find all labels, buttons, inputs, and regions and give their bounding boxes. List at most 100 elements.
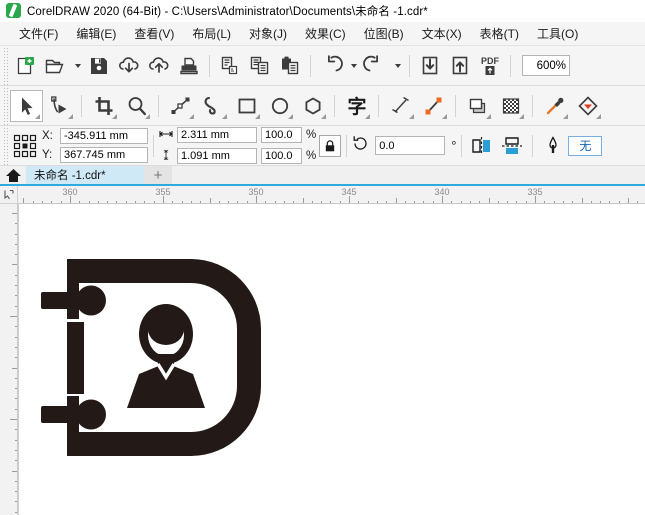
- menu-tools[interactable]: 工具(O): [528, 23, 587, 44]
- object-width-input[interactable]: 2.311 mm: [177, 127, 257, 143]
- save-document-button[interactable]: [84, 51, 114, 81]
- menu-text[interactable]: 文本(X): [413, 23, 471, 44]
- import-file-button[interactable]: [415, 51, 445, 81]
- property-separator: [153, 134, 154, 157]
- zoom-tool-flyout-arrow[interactable]: [145, 113, 150, 119]
- print-button[interactable]: [174, 51, 204, 81]
- scale-vertical-input[interactable]: 100.0: [261, 148, 302, 164]
- x-position-input[interactable]: -345.911 mm: [60, 128, 148, 144]
- import-button[interactable]: [114, 51, 144, 81]
- crop-tool[interactable]: [87, 90, 120, 122]
- ruler-tick-major: [535, 196, 536, 203]
- add-document-tab-button[interactable]: +: [144, 166, 172, 184]
- export-button[interactable]: [144, 51, 174, 81]
- redo-dropdown[interactable]: [390, 51, 404, 81]
- menu-bitmap[interactable]: 位图(B): [355, 23, 413, 44]
- crop-tool-flyout-arrow[interactable]: [112, 113, 117, 119]
- transparency-tool[interactable]: [494, 90, 527, 122]
- lock-ratio-button[interactable]: [319, 134, 342, 157]
- pick-tool-flyout-arrow[interactable]: [35, 113, 40, 119]
- parallel-dimension-tool-flyout-arrow[interactable]: [409, 113, 414, 119]
- shape-tool[interactable]: [43, 90, 76, 122]
- ellipse-tool[interactable]: [263, 90, 296, 122]
- zoom-tool[interactable]: [120, 90, 153, 122]
- toolbar-separator: [209, 54, 210, 77]
- open-document-dropdown[interactable]: [70, 51, 84, 81]
- pick-tool[interactable]: [10, 89, 43, 122]
- publish-pdf-button[interactable]: PDF: [475, 51, 505, 81]
- ruler-tick-minor: [200, 201, 201, 203]
- object-height-input[interactable]: 1.091 mm: [177, 148, 257, 164]
- object-position-group: X: -345.911 mm Y: 367.745 mm: [42, 128, 148, 163]
- zoom-level-input[interactable]: 600%: [522, 55, 570, 76]
- mirror-horizontally-button[interactable]: [467, 131, 497, 161]
- outline-pen-icon[interactable]: [538, 131, 568, 161]
- vertical-ruler[interactable]: 370 365: [0, 204, 18, 515]
- doc-tab-untitled-1[interactable]: 未命名 -1.cdr*: [26, 166, 144, 184]
- horizontal-ruler[interactable]: 360 355 350 345 340 335: [18, 186, 645, 204]
- parallel-dimension-tool[interactable]: [384, 90, 417, 122]
- ruler-tick-minor: [12, 213, 17, 214]
- ruler-tick-minor: [628, 198, 629, 203]
- redo-button[interactable]: [360, 51, 390, 81]
- freehand-tool[interactable]: [164, 90, 197, 122]
- menu-edit[interactable]: 编辑(E): [67, 23, 125, 44]
- polygon-tool[interactable]: [296, 90, 329, 122]
- drop-shadow-tool-flyout-arrow[interactable]: [486, 113, 491, 119]
- ruler-origin-button[interactable]: [0, 186, 18, 204]
- menu-layout[interactable]: 布局(L): [183, 23, 240, 44]
- drop-shadow-tool[interactable]: [461, 90, 494, 122]
- copy-button[interactable]: [245, 51, 275, 81]
- freehand-tool-flyout-arrow[interactable]: [189, 113, 194, 119]
- eyedropper-tool-flyout-arrow[interactable]: [563, 113, 568, 119]
- menu-file[interactable]: 文件(F): [10, 23, 67, 44]
- menu-view[interactable]: 查看(V): [125, 23, 183, 44]
- color-eyedropper-tool[interactable]: [538, 90, 571, 122]
- open-document-button[interactable]: [40, 51, 70, 81]
- doc-tab-label: 未命名 -1.cdr*: [34, 170, 106, 182]
- rotation-angle-input[interactable]: 0.0: [375, 136, 446, 155]
- menu-effects[interactable]: 效果(C): [296, 23, 355, 44]
- artistic-media-tool[interactable]: [197, 90, 230, 122]
- ruler-tick-minor: [15, 398, 17, 399]
- transparency-tool-flyout-arrow[interactable]: [519, 113, 524, 119]
- straight-line-connector-tool[interactable]: [417, 90, 450, 122]
- ellipse-tool-flyout-arrow[interactable]: [288, 113, 293, 119]
- text-tool[interactable]: 字: [340, 90, 373, 122]
- interactive-fill-tool[interactable]: [571, 90, 604, 122]
- polygon-tool-flyout-arrow[interactable]: [321, 113, 326, 119]
- menu-table[interactable]: 表格(T): [471, 23, 528, 44]
- rectangle-tool[interactable]: [230, 90, 263, 122]
- menu-object[interactable]: 对象(J): [240, 23, 296, 44]
- ruler-tick-minor: [12, 368, 17, 369]
- new-document-button[interactable]: [10, 51, 40, 81]
- rectangle-tool-flyout-arrow[interactable]: [255, 113, 260, 119]
- scale-horizontal-input[interactable]: 100.0: [261, 127, 302, 143]
- outline-width-input[interactable]: 无: [568, 135, 603, 156]
- export-file-button[interactable]: [445, 51, 475, 81]
- toolbar-grip[interactable]: [2, 46, 10, 85]
- connector-tool-flyout-arrow[interactable]: [442, 113, 447, 119]
- undo-button[interactable]: [316, 51, 346, 81]
- cut-button[interactable]: [215, 51, 245, 81]
- undo-dropdown[interactable]: [346, 51, 360, 81]
- fill-tool-flyout-arrow[interactable]: [596, 113, 601, 119]
- mirror-vertically-button[interactable]: [497, 131, 527, 161]
- svg-text:PDF: PDF: [481, 56, 500, 66]
- y-position-input[interactable]: 367.745 mm: [60, 147, 148, 163]
- x-label: X:: [42, 130, 53, 142]
- drawing-canvas[interactable]: [18, 204, 645, 515]
- object-anchor-selector[interactable]: [12, 133, 38, 159]
- ruler-tick-minor: [15, 285, 17, 286]
- artistic-media-tool-flyout-arrow[interactable]: [222, 113, 227, 119]
- contact-book-icon-artwork[interactable]: [41, 246, 291, 476]
- toolbox-grip[interactable]: [2, 86, 10, 125]
- text-tool-flyout-arrow[interactable]: [365, 113, 370, 119]
- shape-tool-flyout-arrow[interactable]: [68, 113, 73, 119]
- toolbar-separator: [310, 54, 311, 77]
- ruler-tick-minor: [89, 201, 90, 203]
- toolbox-separator: [81, 94, 82, 117]
- paste-button[interactable]: [275, 51, 305, 81]
- property-bar-grip[interactable]: [2, 126, 10, 165]
- home-icon[interactable]: [0, 166, 26, 184]
